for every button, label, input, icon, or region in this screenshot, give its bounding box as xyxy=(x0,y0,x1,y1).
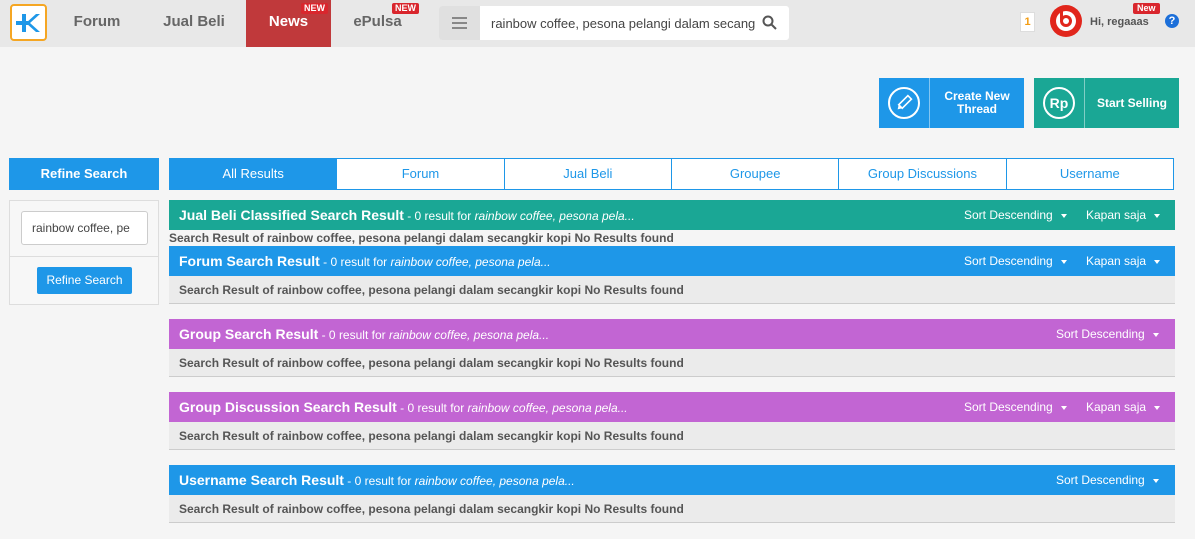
result-query: rainbow coffee, pesona pela... xyxy=(390,255,551,269)
sort-dropdown[interactable]: Sort Descending xyxy=(964,200,1067,230)
create-thread-label: Create New Thread xyxy=(944,89,1010,116)
time-dropdown[interactable]: Kapan saja xyxy=(1086,392,1161,422)
caret-down-icon xyxy=(1152,332,1159,337)
create-thread-button[interactable]: Create New Thread xyxy=(879,78,1024,128)
result-query: rainbow coffee, pesona pela... xyxy=(414,474,575,488)
result-count: - 0 result for xyxy=(319,255,391,269)
result-query: rainbow coffee, pesona pela... xyxy=(388,328,550,342)
section-title: Jual Beli Classified Search Result xyxy=(179,207,404,223)
nav-jual-beli-label: Jual Beli xyxy=(163,13,225,30)
tab-jual-beli[interactable]: Jual Beli xyxy=(504,158,672,190)
nav-forum[interactable]: Forum xyxy=(62,0,132,47)
group-result-body: Search Result of rainbow coffee, pesona … xyxy=(169,349,1175,377)
sort-label: Sort Descending xyxy=(1056,473,1145,487)
tab-username[interactable]: Username xyxy=(1006,158,1174,190)
group-discussion-result-body: Search Result of rainbow coffee, pesona … xyxy=(169,422,1175,450)
sort-label: Sort Descending xyxy=(964,400,1053,414)
section-title: Forum Search Result xyxy=(179,253,320,269)
caret-down-icon xyxy=(1060,213,1067,218)
sort-dropdown[interactable]: Sort Descending xyxy=(964,392,1067,422)
refine-search-panel: Refine Search xyxy=(9,200,159,305)
tab-all-results[interactable]: All Results xyxy=(169,158,338,190)
time-label: Kapan saja xyxy=(1086,208,1147,222)
section-title: Group Discussion Search Result xyxy=(179,399,397,415)
refine-search-input[interactable] xyxy=(21,211,148,245)
result-count: - 0 result for xyxy=(403,209,475,223)
time-label: Kapan saja xyxy=(1086,400,1147,414)
tab-groupee[interactable]: Groupee xyxy=(671,158,840,190)
sort-label: Sort Descending xyxy=(964,208,1053,222)
divider xyxy=(10,256,158,257)
jual-beli-result-body: Search Result of rainbow coffee, pesona … xyxy=(169,231,674,245)
top-navbar: Forum Jual Beli News NEW ePulsa NEW 1 Ne… xyxy=(0,0,1195,47)
result-query: rainbow coffee, pesona pela... xyxy=(474,209,635,223)
caret-down-icon xyxy=(1060,259,1067,264)
caret-down-icon xyxy=(1154,259,1161,264)
user-new-badge: New xyxy=(1133,3,1160,14)
refine-search-header: Refine Search xyxy=(9,158,159,190)
forum-result-header: Forum Search Result - 0 result for rainb… xyxy=(169,246,1175,276)
tab-forum[interactable]: Forum xyxy=(337,158,505,190)
section-title: Group Search Result xyxy=(179,326,319,342)
refine-search-button[interactable]: Refine Search xyxy=(37,267,132,294)
nav-news[interactable]: News NEW xyxy=(246,0,331,47)
caret-down-icon xyxy=(1154,405,1161,410)
sort-label: Sort Descending xyxy=(964,254,1053,268)
time-dropdown[interactable]: Kapan saja xyxy=(1086,246,1161,276)
menu-icon[interactable] xyxy=(439,6,480,40)
sort-dropdown[interactable]: Sort Descending xyxy=(1056,319,1159,349)
search-bar xyxy=(439,6,789,40)
sort-label: Sort Descending xyxy=(1056,327,1145,341)
sort-dropdown[interactable]: Sort Descending xyxy=(1056,465,1159,495)
result-query: rainbow coffee, pesona pela... xyxy=(467,401,628,415)
search-icon[interactable] xyxy=(762,15,777,30)
caret-down-icon xyxy=(1060,405,1067,410)
pencil-icon xyxy=(879,78,930,128)
user-greeting[interactable]: Hi, regaaas xyxy=(1090,16,1149,28)
result-tabs: All Results Forum Jual Beli Groupee Grou… xyxy=(169,158,1174,190)
beats-logo-icon xyxy=(1056,10,1076,31)
nav-news-label: News xyxy=(268,13,309,30)
notification-counter[interactable]: 1 xyxy=(1020,12,1035,32)
forum-result-body: Search Result of rainbow coffee, pesona … xyxy=(169,276,1175,304)
group-result-header: Group Search Result - 0 result for rainb… xyxy=(169,319,1175,349)
result-count: - 0 result for xyxy=(318,328,389,342)
sort-dropdown[interactable]: Sort Descending xyxy=(964,246,1067,276)
caret-down-icon xyxy=(1154,213,1161,218)
start-selling-label: Start Selling xyxy=(1096,95,1167,110)
search-input[interactable] xyxy=(485,6,755,40)
kaskus-logo-icon[interactable] xyxy=(10,4,47,41)
rupiah-icon: Rp xyxy=(1034,78,1085,128)
nav-jual-beli[interactable]: Jual Beli xyxy=(152,0,236,47)
nav-forum-label: Forum xyxy=(73,13,121,30)
epulsa-new-badge: NEW xyxy=(392,3,419,14)
section-title: Username Search Result xyxy=(179,472,344,488)
time-dropdown[interactable]: Kapan saja xyxy=(1086,200,1161,230)
tab-group-discussions[interactable]: Group Discussions xyxy=(839,158,1007,190)
group-discussion-result-header: Group Discussion Search Result - 0 resul… xyxy=(169,392,1175,422)
result-count: - 0 result for xyxy=(343,474,415,488)
caret-down-icon xyxy=(1152,478,1159,483)
start-selling-button[interactable]: Rp Start Selling xyxy=(1034,78,1179,128)
time-label: Kapan saja xyxy=(1086,254,1147,268)
username-result-header: Username Search Result - 0 result for ra… xyxy=(169,465,1175,495)
result-count: - 0 result for xyxy=(396,401,468,415)
user-avatar[interactable] xyxy=(1050,5,1082,37)
jual-beli-result-header: Jual Beli Classified Search Result - 0 r… xyxy=(169,200,1175,230)
news-new-badge: NEW xyxy=(301,3,328,14)
help-icon[interactable]: ? xyxy=(1165,14,1179,28)
nav-epulsa[interactable]: ePulsa NEW xyxy=(345,0,419,47)
username-result-body: Search Result of rainbow coffee, pesona … xyxy=(169,495,1175,523)
nav-epulsa-label: ePulsa xyxy=(353,13,402,30)
